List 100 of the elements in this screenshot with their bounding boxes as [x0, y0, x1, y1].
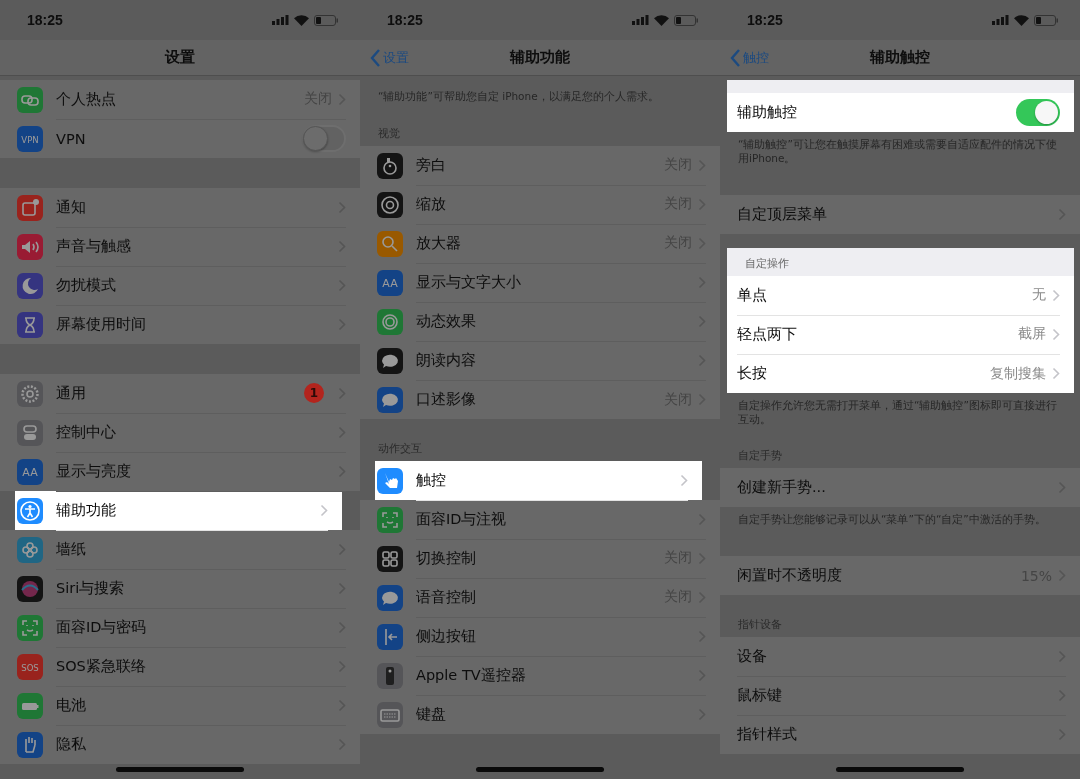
- settings-row[interactable]: AA 显示与文字大小: [360, 263, 720, 302]
- settings-row[interactable]: 单点 无: [727, 276, 1074, 315]
- row-label: 放大器: [416, 233, 462, 253]
- battery-icon: [674, 14, 698, 26]
- magnifier-icon: [377, 230, 403, 257]
- row-value: 复制搜集: [990, 364, 1046, 383]
- settings-row[interactable]: 面容ID与注视: [360, 500, 720, 539]
- row-label: 缩放: [416, 194, 447, 214]
- settings-row[interactable]: 触控: [375, 461, 702, 500]
- chevron-icon: [1052, 367, 1060, 380]
- chevron-icon: [1052, 288, 1060, 302]
- settings-row[interactable]: 控制中心: [0, 413, 360, 452]
- signal-icon: [272, 15, 289, 25]
- settings-row[interactable]: 创建新手势...: [720, 468, 1080, 507]
- row-label: 键盘: [416, 705, 447, 724]
- row-label: 声音与触感: [56, 236, 132, 256]
- row-label: 指针样式: [737, 725, 798, 744]
- hourglass-icon: [17, 311, 43, 338]
- vpn-icon: VPN: [17, 125, 43, 152]
- signal-icon: [632, 15, 649, 25]
- settings-row[interactable]: 通用 1: [0, 374, 360, 413]
- row-label: 通用: [56, 383, 87, 403]
- section-header: 自定操作: [744, 256, 790, 272]
- notification-badge: 1: [304, 383, 324, 403]
- toggle-switch[interactable]: [302, 125, 346, 152]
- battery-icon: [1034, 14, 1058, 26]
- settings-row[interactable]: 轻点两下 截屏: [727, 315, 1074, 354]
- row-label: 电池: [56, 695, 87, 715]
- settings-row[interactable]: AA 显示与亮度: [0, 452, 360, 491]
- row-label: 创建新手势...: [737, 478, 827, 497]
- battery-icon: [17, 692, 43, 719]
- text-size-icon: AA: [17, 458, 43, 485]
- row-label: 长按: [737, 364, 768, 383]
- settings-row[interactable]: 辅助功能: [15, 491, 342, 530]
- face-icon: [377, 506, 403, 533]
- row-label: 触控: [416, 470, 447, 490]
- face-icon: [17, 614, 43, 641]
- row-value: 截屏: [1018, 325, 1046, 343]
- settings-row[interactable]: 指针样式: [720, 715, 1080, 754]
- settings-row[interactable]: 设备: [720, 637, 1080, 676]
- settings-row[interactable]: 键盘: [360, 695, 720, 734]
- moon-icon: [17, 272, 43, 299]
- row-label: 语音控制: [416, 587, 477, 607]
- grid-icon: [377, 545, 403, 572]
- row-label: 墙纸: [56, 539, 87, 559]
- wifi-icon: [1014, 14, 1029, 26]
- chevron-icon: [1052, 327, 1060, 341]
- row-label: 朗读内容: [416, 350, 477, 370]
- row-label: 自定顶层菜单: [737, 205, 828, 224]
- status-time: 18:25: [747, 12, 783, 28]
- chain-link-icon: [17, 86, 43, 113]
- row-label: Apple TV遥控器: [416, 665, 527, 685]
- row-value: 无: [1032, 286, 1046, 304]
- settings-row[interactable]: VPN VPN: [0, 119, 360, 158]
- settings-row[interactable]: Siri与搜索: [0, 569, 360, 608]
- row-label: 面容ID与密码: [56, 617, 148, 637]
- flower-icon: [17, 536, 43, 563]
- settings-row[interactable]: 动态效果: [360, 302, 720, 341]
- row-label: 单点: [737, 285, 768, 305]
- toggles-icon: [17, 419, 43, 446]
- row-label: 轻点两下: [737, 324, 798, 344]
- settings-row[interactable]: 长按 复制搜集: [727, 354, 1074, 393]
- settings-row[interactable]: 墙纸: [0, 530, 360, 569]
- row-label: 个人热点: [56, 89, 117, 109]
- row-label: 旁白: [416, 155, 447, 175]
- settings-row[interactable]: 面容ID与密码: [0, 608, 360, 647]
- speech-bubble-icon: [377, 347, 403, 374]
- back-chevron-icon: [370, 48, 381, 67]
- settings-row[interactable]: 辅助触控: [727, 93, 1074, 132]
- settings-row[interactable]: 电池: [0, 686, 360, 725]
- orb-icon: [17, 575, 43, 602]
- text-size-icon: AA: [377, 269, 403, 296]
- keyboard-icon: [377, 701, 403, 728]
- settings-row[interactable]: 侧边按钮: [360, 617, 720, 656]
- row-label: 口述影像: [416, 390, 477, 409]
- row-label: Siri与搜索: [56, 578, 126, 598]
- settings-row[interactable]: 屏幕使用时间: [0, 305, 360, 344]
- settings-row[interactable]: 勿扰模式: [0, 266, 360, 305]
- row-label: 显示与亮度: [56, 461, 132, 481]
- signal-icon: [992, 15, 1009, 25]
- nav-title: 辅助功能: [510, 48, 570, 67]
- settings-icon: [17, 380, 43, 407]
- status-time: 18:25: [387, 12, 423, 28]
- row-label: 设备: [737, 646, 768, 666]
- settings-row[interactable]: 声音与触感: [0, 227, 360, 266]
- toggle-switch[interactable]: [1016, 99, 1060, 126]
- row-label: 勿扰模式: [56, 275, 117, 295]
- row-label: 切换控制: [416, 548, 477, 568]
- row-label: 隐私: [56, 735, 87, 754]
- settings-row[interactable]: SOS SOS紧急联络: [0, 647, 360, 686]
- row-label: SOS紧急联络: [56, 656, 147, 676]
- row-label: 侧边按钮: [416, 626, 477, 646]
- settings-row[interactable]: 通知: [0, 188, 360, 227]
- settings-row[interactable]: 自定顶层菜单: [720, 195, 1080, 234]
- accessibility-icon: [17, 497, 43, 524]
- settings-row[interactable]: 鼠标键: [720, 676, 1080, 715]
- wifi-icon: [294, 14, 309, 26]
- settings-row[interactable]: 隐私: [0, 725, 360, 764]
- settings-row[interactable]: 朗读内容: [360, 341, 720, 380]
- settings-row[interactable]: Apple TV遥控器: [360, 656, 720, 695]
